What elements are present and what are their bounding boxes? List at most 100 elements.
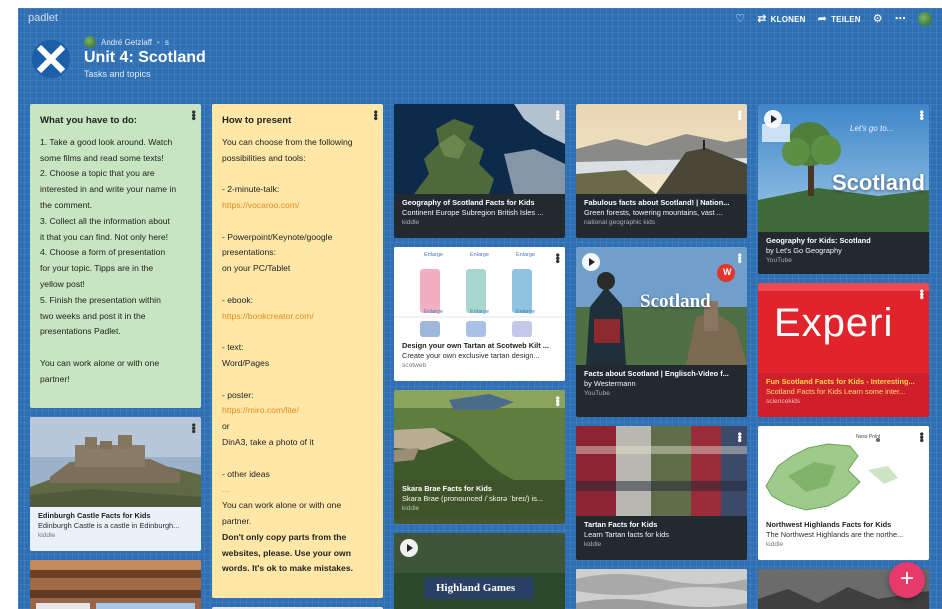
tartan-fabric-image [576, 426, 747, 516]
play-icon[interactable] [764, 110, 782, 128]
note-line: interested in and write your name in [40, 184, 177, 195]
play-icon[interactable] [400, 539, 418, 557]
note-line: - Powerpoint/Keynote/google [222, 231, 333, 242]
note-link[interactable]: https://bookcreator.com/ [222, 309, 373, 325]
card-thumbnail [394, 390, 565, 480]
card-description: by Westermann [584, 379, 636, 388]
note-line: two weeks and post it in the [40, 310, 146, 321]
post-menu-button[interactable]: ••• [733, 253, 747, 263]
city-image [30, 560, 201, 609]
add-post-button[interactable]: + [889, 562, 925, 598]
note-line: 4. Choose a form of presentation [40, 247, 166, 258]
more-button[interactable]: ⋯ [895, 13, 906, 25]
enlarge-link[interactable]: Enlarge [424, 309, 443, 315]
note-line: DinA3, take a photo of it [222, 436, 314, 447]
link-card-city[interactable] [30, 560, 201, 609]
card-title: Geography of Scotland Facts for Kids [402, 198, 535, 207]
note-line: possibilities and tools: [222, 152, 306, 163]
link-card-geography[interactable]: ••• Geography of Scotland Facts for Kids… [394, 104, 565, 238]
post-menu-button[interactable]: ••• [551, 110, 565, 120]
video-overlay-text: Scotland [640, 291, 711, 312]
post-menu-button[interactable]: ••• [915, 432, 929, 442]
card-source: kiddle [402, 505, 420, 512]
enlarge-link[interactable]: Enlarge [516, 309, 535, 315]
share-label: TEILEN [831, 14, 861, 24]
brand-logo[interactable]: padlet [28, 12, 58, 24]
card-title: Fun Scotland Facts for Kids - Interestin… [766, 377, 915, 386]
link-card-partial[interactable] [576, 569, 747, 609]
card-description: Learn Tartan facts for kids [584, 530, 669, 539]
map-label: Ness Point [856, 434, 881, 440]
link-card-fabulous-facts[interactable]: ••• Fabulous facts about Scotland! | Nat… [576, 104, 747, 238]
post-menu-button[interactable]: ••• [733, 432, 747, 442]
heart-button[interactable]: ♡ [735, 13, 745, 25]
link-card-tartan-facts[interactable]: ••• Tartan Facts for Kids Learn Tartan f… [576, 426, 747, 560]
play-icon[interactable] [582, 253, 600, 271]
more-icon: ⋯ [894, 13, 906, 25]
note-line: - ebook: [222, 294, 254, 305]
card-thumbnail [576, 426, 747, 516]
card-source: YouTube [584, 390, 610, 397]
padlet-board: padlet ♡ ⇄ KLONEN ➦ TEILEN ⚙ ⋯ André Getzl… [18, 8, 942, 609]
author-separator: • [157, 37, 160, 47]
link-card-northwest-highlands[interactable]: ••• Ness Point Northwest Highlands Facts… [758, 426, 929, 560]
note-line: presentations Padlet. [40, 326, 121, 337]
note-title: What you have to do: [40, 115, 138, 126]
card-description: Edinburgh Castle is a castle in Edinburg… [38, 521, 180, 530]
note-link[interactable]: https://miro.com/lite/ [222, 403, 373, 419]
scotland-tree-image [758, 104, 929, 232]
video-card-geography-for-kids[interactable]: ••• Let's go to... Scotland Geography fo… [758, 104, 929, 274]
link-card-skara-brae[interactable]: ••• Skara Brae Facts for Kids Skara Brae… [394, 390, 565, 524]
card-thumbnail [30, 417, 201, 507]
card-title: Tartan Facts for Kids [584, 520, 658, 529]
enlarge-link[interactable]: Enlarge [470, 309, 489, 315]
card-title: Skara Brae Facts for Kids [402, 484, 492, 493]
link-card-tartan-design[interactable]: ••• Enlarge Enlarge Enlarge Enlarge Enla… [394, 247, 565, 381]
author-row: André Getzlaff • s [84, 36, 169, 48]
user-avatar[interactable] [918, 12, 932, 26]
note-link[interactable]: ... [222, 482, 373, 498]
card-description: Scotland Facts for Kids Learn some inter… [766, 387, 906, 396]
clone-label: KLONEN [770, 14, 806, 24]
banner-text: Experi [774, 301, 894, 345]
thread-spools-image [394, 247, 565, 337]
note-card-how-to-present[interactable]: ••• How to present You can choose from t… [212, 104, 383, 598]
card-source: kiddle [766, 541, 784, 548]
author-name[interactable]: André Getzlaff [101, 38, 152, 47]
post-menu-button[interactable]: ••• [915, 289, 929, 299]
board-icon-scotland-flag [32, 40, 70, 78]
note-line: partner! [40, 373, 70, 384]
post-menu-button[interactable]: ••• [551, 253, 565, 263]
card-source: kiddle [402, 219, 420, 226]
post-menu-button[interactable]: ••• [551, 396, 565, 406]
board-subtitle: Tasks and topics [84, 69, 151, 79]
enlarge-link[interactable]: Enlarge [424, 252, 443, 258]
settings-button[interactable]: ⚙ [873, 13, 883, 25]
share-button[interactable]: ➦ TEILEN [818, 13, 861, 25]
link-card-fun-facts[interactable]: ••• Experi Fun Scotland Facts for Kids -… [758, 283, 929, 417]
note-card-todo[interactable]: ••• What you have to do: 1. Take a good … [30, 104, 201, 408]
skara-brae-image [394, 390, 565, 480]
castle-image [30, 417, 201, 507]
video-card-highland-games[interactable]: Highland Games [394, 533, 565, 609]
enlarge-link[interactable]: Enlarge [470, 252, 489, 258]
highland-games-image [394, 533, 565, 609]
gear-icon: ⚙ [872, 13, 883, 25]
note-line: - text: [222, 342, 244, 353]
video-card-facts-about-scotland[interactable]: ••• Scotland W Facts about Scotland | En… [576, 247, 747, 417]
post-menu-button[interactable]: ••• [187, 423, 201, 433]
fabric-texture-image [576, 569, 747, 609]
clone-button[interactable]: ⇄ KLONEN [757, 13, 805, 25]
post-menu-button[interactable]: ••• [915, 110, 929, 120]
heart-icon: ♡ [735, 13, 746, 25]
link-card-edinburgh[interactable]: ••• Edinburgh Castle Facts for Kids Edin… [30, 417, 201, 551]
screen: padlet ♡ ⇄ KLONEN ➦ TEILEN ⚙ ⋯ André Getzl… [0, 0, 942, 609]
enlarge-link[interactable]: Enlarge [516, 252, 535, 258]
post-menu-button[interactable]: ••• [187, 110, 201, 120]
note-line [222, 277, 373, 293]
toolbar: ♡ ⇄ KLONEN ➦ TEILEN ⚙ ⋯ [735, 12, 932, 26]
post-menu-button[interactable]: ••• [733, 110, 747, 120]
note-line: You can work alone or with one [222, 500, 342, 511]
note-link[interactable]: https://vocaroo.com/ [222, 198, 373, 214]
post-menu-button[interactable]: ••• [369, 110, 383, 120]
